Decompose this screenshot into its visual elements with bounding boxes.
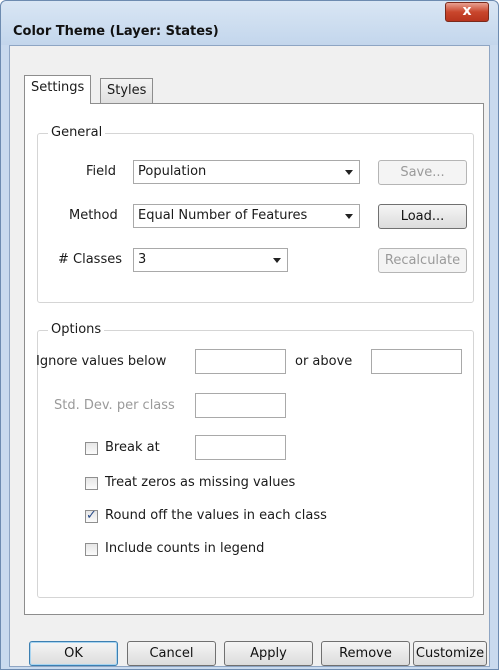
title-bar[interactable]: Color Theme (Layer: States) x	[1, 1, 498, 45]
chevron-down-icon	[345, 214, 353, 219]
counts-legend-label: Include counts in legend	[105, 541, 265, 556]
load-button[interactable]: Load...	[378, 204, 467, 229]
general-group: General Field Population Save... Method …	[37, 125, 474, 303]
counts-legend-checkbox[interactable]	[85, 543, 98, 556]
customize-button[interactable]: Customize	[413, 641, 487, 666]
chevron-down-icon	[345, 170, 353, 175]
round-off-checkbox[interactable]: ✓	[85, 508, 98, 523]
tab-settings[interactable]: Settings	[24, 75, 92, 104]
field-label: Field	[86, 164, 117, 179]
or-above-input[interactable]	[371, 349, 462, 374]
general-legend: General	[48, 125, 106, 140]
zeros-missing-checkbox[interactable]	[85, 477, 98, 490]
color-theme-dialog: Color Theme (Layer: States) x Settings S…	[0, 0, 499, 670]
dialog-body: Settings Styles General Field Population…	[9, 45, 490, 667]
method-select[interactable]: Equal Number of Features	[133, 204, 360, 228]
break-at-input[interactable]	[195, 435, 286, 460]
field-select-value: Population	[138, 164, 207, 179]
remove-button[interactable]: Remove	[321, 641, 410, 666]
cancel-button[interactable]: Cancel	[127, 641, 216, 666]
zeros-missing-label: Treat zeros as missing values	[105, 475, 296, 490]
close-icon: x	[462, 3, 472, 19]
classes-select[interactable]: 3	[133, 248, 288, 272]
method-select-value: Equal Number of Features	[138, 208, 308, 223]
break-at-checkbox[interactable]	[85, 442, 98, 455]
or-above-label: or above	[295, 354, 353, 369]
options-legend: Options	[48, 322, 105, 337]
ignore-below-input[interactable]	[195, 349, 286, 374]
stddev-label: Std. Dev. per class	[54, 398, 175, 413]
recalculate-button[interactable]: Recalculate	[378, 248, 467, 273]
classes-label: # Classes	[58, 252, 122, 267]
dialog-title: Color Theme (Layer: States)	[13, 24, 219, 39]
method-label: Method	[69, 208, 118, 223]
field-select[interactable]: Population	[133, 160, 360, 184]
break-at-label: Break at	[105, 440, 160, 455]
tab-styles[interactable]: Styles	[100, 78, 154, 104]
checkmark-icon: ✓	[86, 508, 97, 523]
stddev-input[interactable]	[195, 393, 286, 418]
options-group: Options Ignore values below or above Std…	[36, 322, 474, 598]
close-button[interactable]: x	[445, 2, 489, 22]
save-button[interactable]: Save...	[378, 160, 467, 185]
chevron-down-icon	[273, 258, 281, 263]
round-off-label: Round off the values in each class	[105, 508, 327, 523]
ok-button[interactable]: OK	[29, 641, 118, 666]
classes-select-value: 3	[138, 252, 147, 267]
apply-button[interactable]: Apply	[224, 641, 313, 666]
ignore-below-label: Ignore values below	[36, 354, 167, 369]
settings-panel: General Field Population Save... Method …	[24, 103, 484, 615]
